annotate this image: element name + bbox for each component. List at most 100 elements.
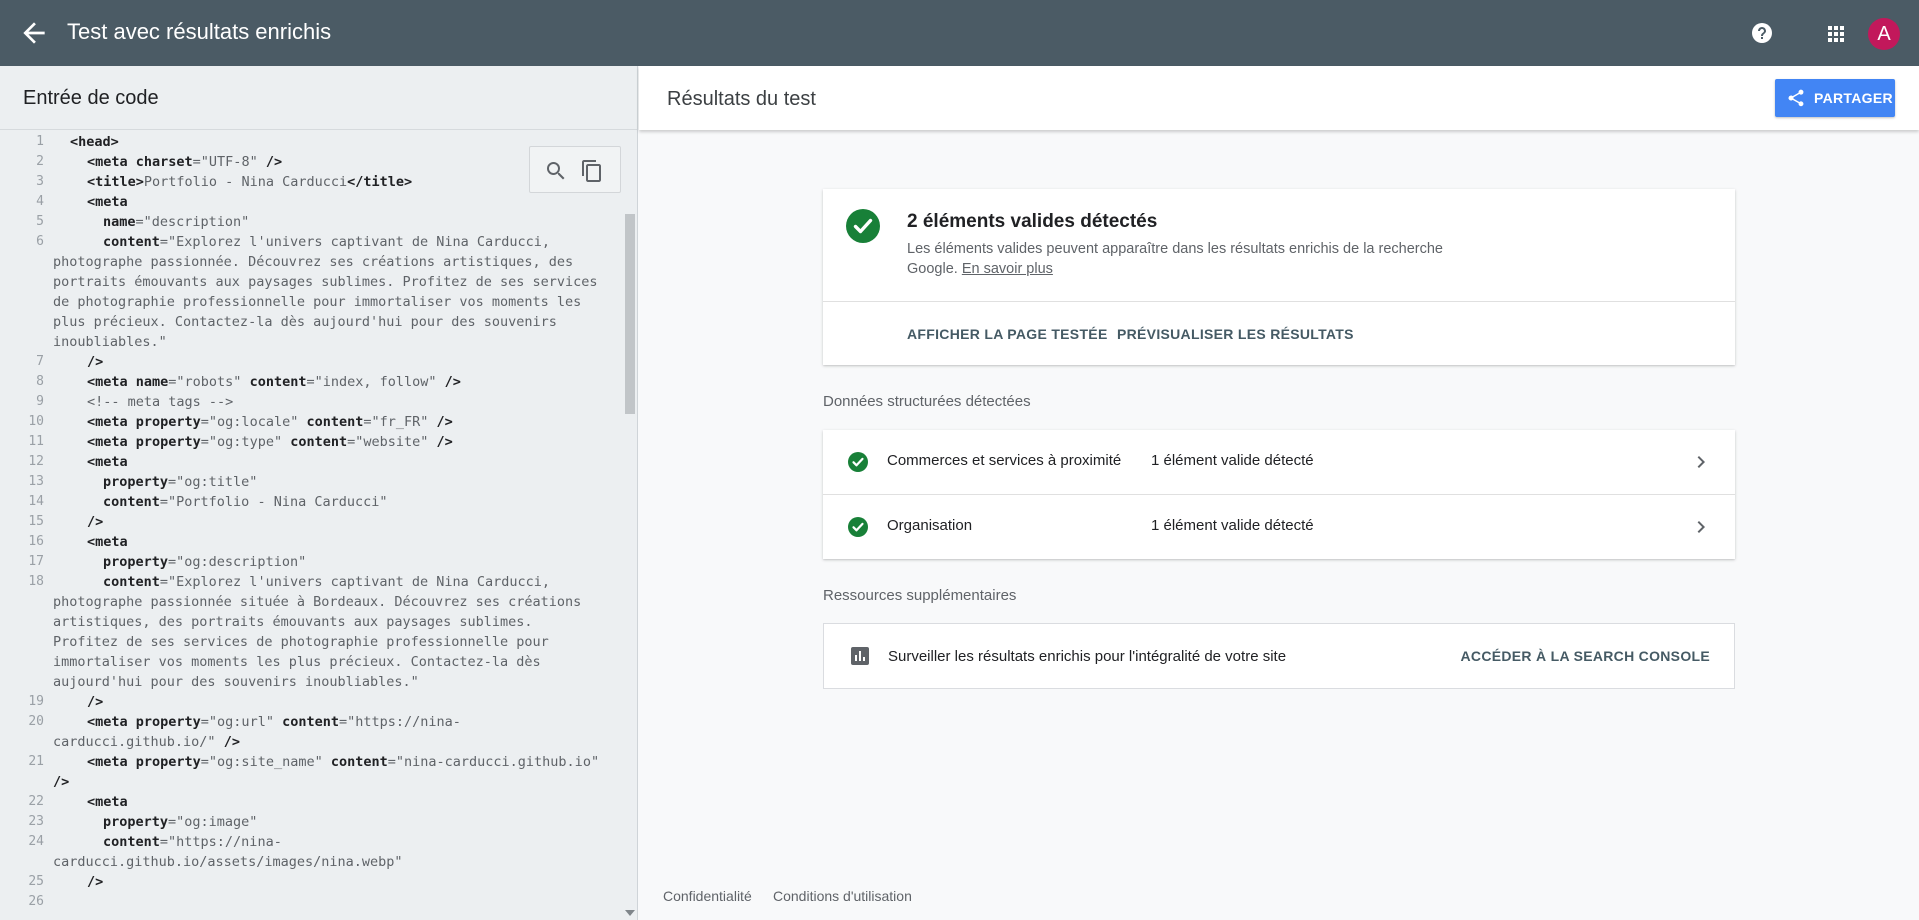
- copy-code-button[interactable]: [580, 159, 604, 183]
- detected-item-local-business[interactable]: Commerces et services à proximité 1 élém…: [823, 430, 1735, 494]
- code-line-text: carducci.github.io/" />: [53, 734, 240, 750]
- code-input-panel: Entrée de code 1 <head> 2 <meta charset="UT…: [0, 66, 638, 920]
- code-line: 12 <meta: [0, 452, 622, 472]
- results-header: Résultats du test PARTAGER: [639, 66, 1919, 130]
- detected-item-organisation[interactable]: Organisation 1 élément valide détecté: [823, 494, 1735, 559]
- share-icon: [1788, 89, 1804, 107]
- terms-link[interactable]: Conditions d'utilisation: [773, 888, 912, 904]
- account-avatar[interactable]: A: [1868, 18, 1900, 50]
- code-line: immortaliser vos moments les plus précie…: [0, 652, 622, 672]
- line-number: 8: [36, 374, 44, 389]
- line-number: 1: [36, 134, 44, 149]
- chevron-right-icon: [1697, 521, 1705, 533]
- line-number: 4: [36, 194, 44, 209]
- line-number: 19: [28, 694, 44, 709]
- code-line-text: <head>: [70, 134, 119, 150]
- summary-description: Les éléments valides peuvent apparaître …: [907, 239, 1487, 279]
- check-circle-icon: [846, 209, 880, 243]
- code-line-text: plus précieux. Contactez-la dès aujourd'…: [53, 314, 557, 330]
- scrollbar-thumb[interactable]: [625, 214, 635, 414]
- results-title: Résultats du test: [667, 88, 816, 110]
- code-line-text: photographe passionnée. Découvrez ses cr…: [53, 254, 574, 270]
- line-number: 24: [28, 834, 44, 849]
- scroll-down-arrow-icon[interactable]: [625, 910, 635, 916]
- code-line-text: property="og:title": [103, 474, 258, 490]
- code-line: 14 content="Portfolio - Nina Carducci": [0, 492, 622, 512]
- code-line: 4 <meta: [0, 192, 622, 212]
- code-line-text: <meta: [87, 534, 128, 550]
- code-line-text: content="Explorez l'univers captivant de…: [103, 574, 551, 590]
- apps-grid-icon: [1828, 26, 1844, 42]
- arrow-back-icon: [23, 22, 45, 44]
- back-button[interactable]: [18, 17, 50, 49]
- share-button[interactable]: PARTAGER: [1775, 79, 1895, 117]
- code-line-text: content="Portfolio - Nina Carducci": [103, 494, 388, 510]
- line-number: 3: [36, 174, 44, 189]
- code-line-text: Profitez de ses services de photographie…: [53, 634, 549, 650]
- copy-icon: [582, 160, 601, 182]
- item-status: 1 élément valide détecté: [1151, 517, 1314, 534]
- line-number: 25: [28, 874, 44, 889]
- line-number: 2: [36, 154, 44, 169]
- code-line-text: <title>Portfolio - Nina Carducci</title>: [87, 174, 413, 190]
- code-line: 23 property="og:image": [0, 812, 622, 832]
- check-circle-icon: [848, 517, 868, 537]
- line-number: 10: [28, 414, 44, 429]
- code-line: Profitez de ses services de photographie…: [0, 632, 622, 652]
- item-name: Commerces et services à proximité: [887, 452, 1122, 469]
- code-line: inoubliables.": [0, 332, 622, 352]
- code-line: portraits émouvants aux paysages sublime…: [0, 272, 622, 292]
- line-number: 26: [28, 894, 44, 909]
- app-bar: Test avec résultats enrichis A: [0, 0, 1919, 66]
- code-line-text: />: [87, 694, 104, 710]
- code-line-text: />: [87, 514, 104, 530]
- detected-items-card: Commerces et services à proximité 1 élém…: [823, 430, 1735, 559]
- code-line: de photographie professionnelle pour imm…: [0, 292, 622, 312]
- search-icon: [547, 162, 565, 180]
- search-console-link[interactable]: ACCÉDER À LA SEARCH CONSOLE: [1461, 648, 1710, 664]
- line-number: 21: [28, 754, 44, 769]
- privacy-link[interactable]: Confidentialité: [663, 888, 752, 904]
- code-line-text: <meta: [87, 194, 128, 210]
- code-line-text: immortaliser vos moments les plus précie…: [53, 654, 541, 670]
- summary-card: 2 éléments valides détectés Les éléments…: [823, 189, 1735, 365]
- line-number: 22: [28, 794, 44, 809]
- line-number: 18: [28, 574, 44, 589]
- code-line-text: <meta charset="UTF-8" />: [87, 154, 283, 170]
- app-title: Test avec résultats enrichis: [67, 19, 332, 44]
- apps-button[interactable]: [1824, 22, 1848, 46]
- code-line: 13 property="og:title": [0, 472, 622, 492]
- share-label: PARTAGER: [1814, 90, 1893, 106]
- line-number: 6: [36, 234, 44, 249]
- code-line: 25 />: [0, 872, 622, 892]
- code-editor[interactable]: 1 <head> 2 <meta charset="UTF-8" /> 3 <title>…: [0, 132, 622, 920]
- code-scrollbar[interactable]: [622, 132, 637, 920]
- code-line: 17 property="og:description": [0, 552, 622, 572]
- code-line: aujourd'hui pour des souvenirs inoubliab…: [0, 672, 622, 692]
- code-line: artistiques, des portraits émouvants aux…: [0, 612, 622, 632]
- view-tested-page-button[interactable]: AFFICHER LA PAGE TESTÉE: [907, 326, 1108, 342]
- search-console-card: Surveiller les résultats enrichis pour l…: [823, 623, 1735, 689]
- code-line-text: content="https://nina-: [103, 834, 282, 850]
- item-status: 1 élément valide détecté: [1151, 452, 1314, 469]
- code-line: 18 content="Explorez l'univers captivant …: [0, 572, 622, 592]
- code-line: 24 content="https://nina-: [0, 832, 622, 852]
- code-line-text: <meta: [87, 454, 128, 470]
- summary-title: 2 éléments valides détectés: [907, 211, 1158, 232]
- resource-text: Surveiller les résultats enrichis pour l…: [888, 648, 1287, 665]
- code-line: 22 <meta: [0, 792, 622, 812]
- code-line-text: name="description": [103, 214, 250, 230]
- code-line-text: <meta name="robots" content="index, foll…: [87, 374, 461, 390]
- preview-results-button[interactable]: PRÉVISUALISER LES RÉSULTATS: [1117, 326, 1354, 342]
- search-code-button[interactable]: [544, 159, 568, 183]
- help-button[interactable]: [1750, 21, 1774, 45]
- line-number: 11: [28, 434, 44, 449]
- line-number: 20: [28, 714, 44, 729]
- line-number: 23: [28, 814, 44, 829]
- check-circle-icon: [848, 452, 868, 472]
- line-number: 7: [36, 354, 44, 369]
- resources-label: Ressources supplémentaires: [823, 587, 1017, 604]
- line-number: 5: [36, 214, 44, 229]
- learn-more-link[interactable]: En savoir plus: [962, 261, 1053, 277]
- code-line: 7 />: [0, 352, 622, 372]
